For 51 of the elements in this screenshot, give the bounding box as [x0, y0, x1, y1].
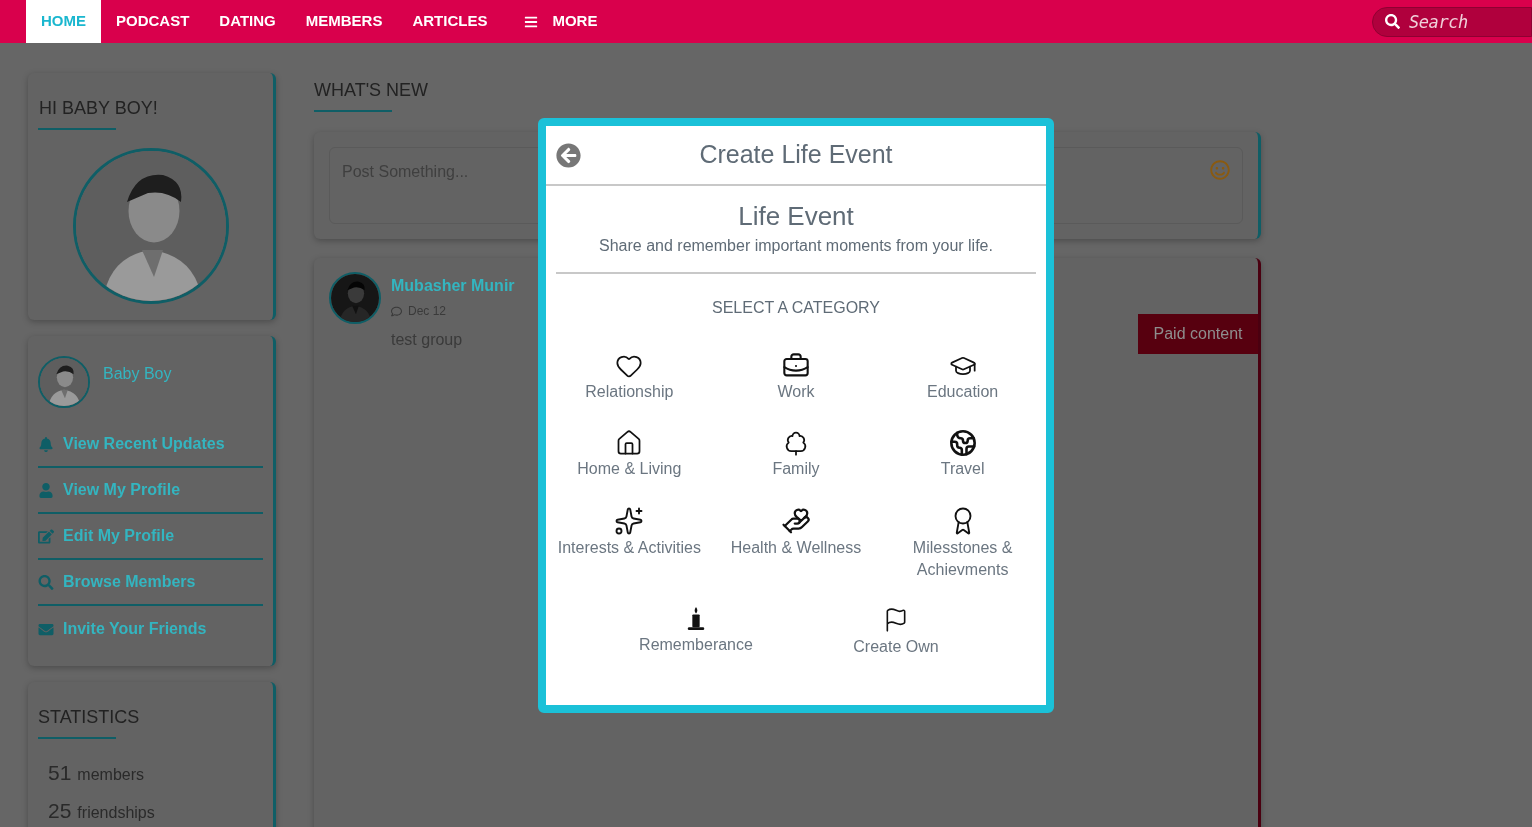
globe-icon: [947, 429, 978, 457]
search-icon: [38, 574, 54, 590]
nav-tab[interactable]: MEMBERS: [290, 0, 398, 43]
envelope-icon: [38, 621, 54, 637]
comment-icon: [391, 305, 402, 317]
sparkles-icon: [614, 506, 645, 536]
category-button[interactable]: Travel: [880, 429, 1046, 480]
profile-name-link[interactable]: Baby Boy: [103, 362, 172, 386]
user-icon: [38, 482, 54, 498]
menu-icon: [524, 14, 539, 29]
stat-label: friendships: [77, 803, 155, 823]
nav-tab[interactable]: ARTICLES: [397, 0, 503, 43]
nav-tab[interactable]: HOME: [26, 0, 101, 43]
category-button[interactable]: Home & Living: [546, 429, 712, 480]
category-button[interactable]: Milesstones & Achievments: [880, 506, 1046, 581]
sidebar-link[interactable]: View Recent Updates: [63, 432, 225, 456]
section-title: WHAT'S NEW: [314, 79, 430, 102]
search-icon: [1385, 13, 1400, 29]
back-icon[interactable]: [556, 143, 581, 168]
edit-icon: [38, 528, 54, 544]
category-button[interactable]: Education: [880, 352, 1046, 403]
post-author-link[interactable]: Mubasher Munir: [391, 274, 515, 298]
sidebar-link[interactable]: Invite Your Friends: [63, 617, 207, 641]
more-menu-button[interactable]: MORE: [502, 0, 620, 43]
nav-tab[interactable]: DATING: [204, 0, 291, 43]
category-button[interactable]: Health & Wellness: [713, 506, 879, 581]
paid-content-badge: Paid content: [1138, 314, 1258, 354]
dialog-heading: Life Event: [737, 200, 855, 232]
candle-icon: [685, 605, 707, 633]
stat-count: 51: [48, 760, 72, 786]
category-button[interactable]: Family: [713, 429, 879, 480]
statistics-title: STATISTICS: [38, 706, 141, 729]
category-button[interactable]: Relationship: [546, 352, 712, 403]
sidebar-link[interactable]: Edit My Profile: [63, 524, 175, 548]
stat-label: members: [77, 765, 145, 785]
search-field[interactable]: Search: [1372, 6, 1532, 37]
section-heading: SELECT A CATEGORY: [710, 298, 882, 318]
smiley-icon: [1210, 160, 1230, 180]
sidebar-link[interactable]: Browse Members: [63, 570, 196, 594]
category-button[interactable]: Work: [713, 352, 879, 403]
category-button[interactable]: Rememberance: [613, 605, 779, 658]
category-button[interactable]: Interests & Activities: [546, 506, 712, 581]
bell-icon: [38, 436, 54, 452]
greeting-title: HI BABY BOY!: [38, 97, 159, 120]
dialog-subtitle: Share and remember important moments from your life.: [598, 236, 994, 256]
hands-heart-icon: [781, 506, 811, 536]
stat-count: 25: [48, 798, 72, 824]
dialog-title: Create Life Event: [699, 139, 893, 171]
category-button[interactable]: Create Own: [813, 605, 979, 658]
sidebar-link[interactable]: View My Profile: [63, 478, 181, 502]
nav-tab[interactable]: PODCAST: [101, 0, 205, 43]
